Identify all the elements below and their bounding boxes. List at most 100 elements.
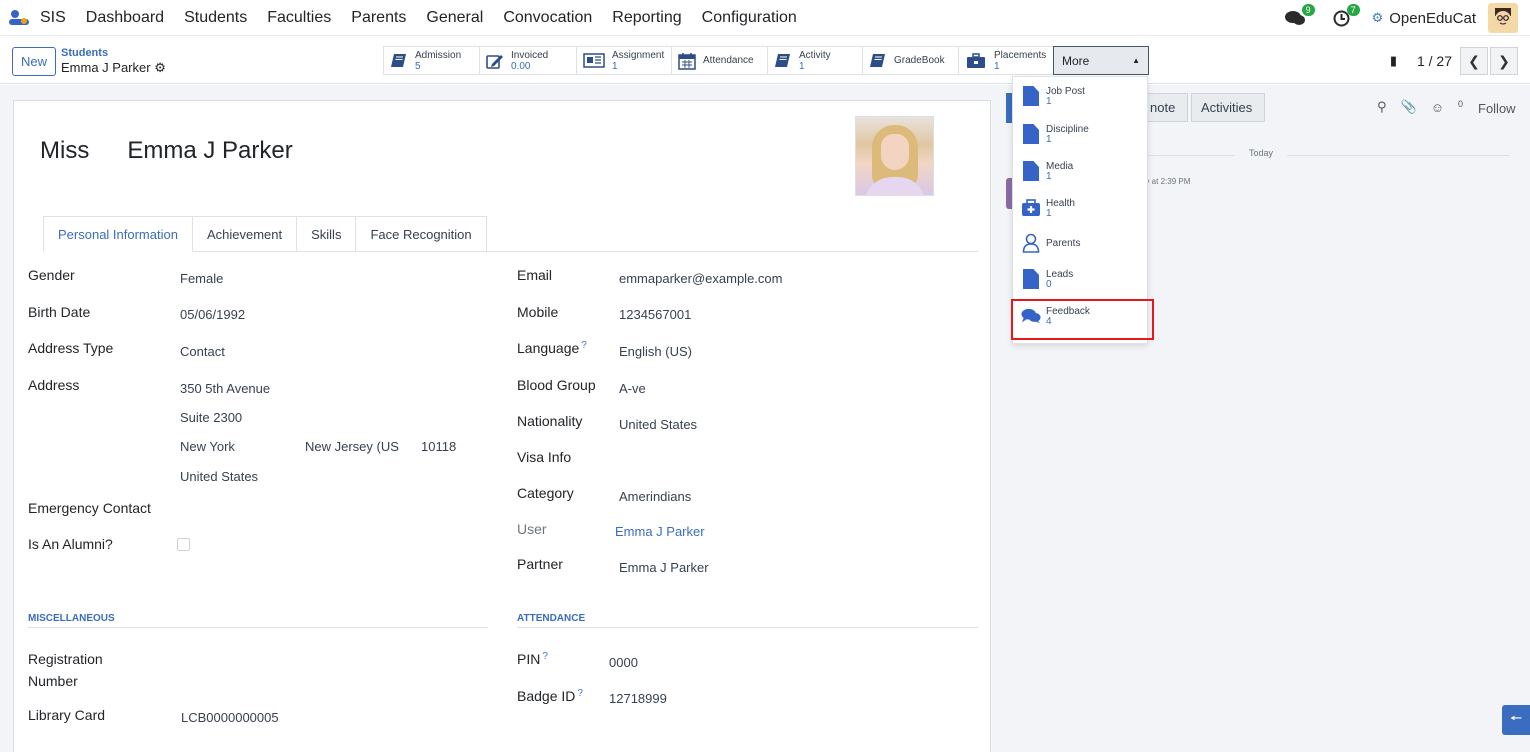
state-field[interactable]: New Jersey (US [305,439,399,454]
newspaper-icon [583,53,605,69]
badge-id-field[interactable]: 12718999 [609,691,667,706]
menu-reporting[interactable]: Reporting [602,9,691,27]
visa-info-label: Visa Info [517,449,572,465]
menu-students[interactable]: Students [174,9,257,27]
birth-date-field[interactable]: 05/06/1992 [180,307,245,322]
pager-previous-button[interactable]: ❮ [1460,47,1488,75]
pager-value[interactable]: 1 / 27 [1417,53,1452,69]
partner-field[interactable]: Emma J Parker [619,560,709,575]
tab-achievement[interactable]: Achievement [192,216,298,252]
medkit-icon [1021,197,1041,219]
smart-button-placements[interactable]: Placements 1 [958,46,1053,75]
menu-parents[interactable]: Parents [341,9,416,27]
messages-badge: 9 [1301,4,1315,16]
smart-button-invoiced[interactable]: Invoiced 0.00 [479,46,576,75]
smart-label: Invoiced [511,49,549,61]
gender-label: Gender [28,267,75,283]
smart-button-attendance[interactable]: Attendance [671,46,767,75]
student-name[interactable]: Emma J Parker [127,137,292,165]
smart-button-gradebook[interactable]: GradeBook [862,46,958,75]
more-label: More [1062,53,1090,68]
library-card-field[interactable]: LCB0000000005 [181,710,279,725]
menu-faculties[interactable]: Faculties [257,9,341,27]
language-field[interactable]: English (US) [619,344,692,359]
arrow-left-icon[interactable]: 🠔 [1502,705,1530,735]
tab-skills[interactable]: Skills [297,216,357,252]
category-field[interactable]: Amerindians [619,489,691,504]
help-icon[interactable]: ? [542,651,548,662]
street2-field[interactable]: Suite 2300 [180,410,242,425]
paperclip-icon[interactable]: 📎 [1401,99,1417,115]
user-icon [1021,232,1041,254]
app-name[interactable]: SIS [40,9,66,27]
city-field[interactable]: New York [180,439,235,454]
tab-face-recognition[interactable]: Face Recognition [356,216,487,252]
email-field[interactable]: emmaparker@example.com [619,271,782,286]
smart-label: GradeBook [894,55,945,66]
navbar-systray: 9 7 ⚙ OpenEduCat [1284,0,1518,36]
messages-button[interactable]: 9 [1284,4,1315,26]
user-avatar[interactable] [1488,3,1518,33]
followers-count: 0 [1458,99,1464,109]
pin-field[interactable]: 0000 [609,655,638,670]
help-icon[interactable]: ? [581,340,587,351]
menu-general[interactable]: General [416,9,493,27]
street-field[interactable]: 350 5th Avenue [180,381,270,396]
language-label: Language? [517,340,587,356]
gender-field[interactable]: Female [180,271,223,286]
address-type-field[interactable]: Contact [180,344,225,359]
blood-group-field[interactable]: A-ve [619,381,646,396]
app-logo-icon[interactable] [8,9,30,27]
chevron-right-icon: ❯ [1498,52,1510,69]
student-photo[interactable] [855,116,934,196]
dropdown-value: 1 [1046,207,1052,219]
user-link[interactable]: Emma J Parker [615,524,705,539]
smart-button-admission[interactable]: Admission 5 [383,46,479,75]
follow-button[interactable]: Follow [1478,101,1516,116]
search-icon[interactable]: ⚲ [1377,99,1387,115]
mobile-field[interactable]: 1234567001 [619,307,691,322]
student-title[interactable]: Miss [40,137,89,165]
nationality-field[interactable]: United States [619,417,697,432]
pager-next-button[interactable]: ❯ [1490,47,1518,75]
zip-field[interactable]: 10118 [421,439,456,454]
briefcase-icon [965,52,987,69]
breadcrumb-parent[interactable]: Students [61,47,166,59]
new-button[interactable]: New [12,47,56,76]
menu-convocation[interactable]: Convocation [493,9,602,27]
company-switcher[interactable]: ⚙ OpenEduCat [1372,10,1476,27]
dropdown-item-discipline[interactable]: Discipline 1 [1021,123,1089,145]
alumni-checkbox[interactable] [177,538,190,551]
country-field[interactable]: United States [180,469,258,484]
record-gear-icon[interactable]: ⚙ [151,60,166,75]
menu-configuration[interactable]: Configuration [692,9,807,27]
bookmark-icon[interactable]: ▮ [1390,53,1397,69]
dropdown-item-health[interactable]: Health 1 [1021,197,1075,219]
followers-button[interactable]: ☺ 0 [1431,99,1463,115]
activities-button[interactable]: Activities [1191,93,1265,122]
mobile-label: Mobile [517,304,559,320]
smart-value: 5 [415,60,421,72]
tab-personal-information[interactable]: Personal Information [43,216,193,252]
dropdown-item-parents[interactable]: Parents [1021,232,1080,254]
dropdown-item-job-post[interactable]: Job Post 1 [1021,85,1085,107]
date-divider [1287,155,1509,156]
dropdown-label: Parents [1046,237,1081,249]
attendance-section-title: ATTENDANCE [517,613,586,624]
smart-buttons: Admission 5 Invoiced 0.00 Assignment 1 Atte… [383,46,1149,75]
menu-dashboard[interactable]: Dashboard [76,9,174,27]
badge-id-label: Badge ID? [517,688,583,704]
nationality-label: Nationality [517,413,583,429]
dropdown-item-media[interactable]: Media 1 [1021,160,1073,182]
dropdown-item-leads[interactable]: Leads 0 [1021,268,1073,290]
smart-button-activity[interactable]: Activity 1 [767,46,862,75]
smart-label: Placements [994,49,1047,61]
smart-button-assignment[interactable]: Assignment 1 [576,46,671,75]
activities-button[interactable]: 7 [1333,3,1360,27]
calendar-icon [678,52,696,70]
more-dropdown-button[interactable]: More ▲ [1053,46,1149,75]
help-icon[interactable]: ? [577,688,583,699]
miscellaneous-section-title: MISCELLANEOUS [28,613,115,624]
top-navbar: SIS Dashboard Students Faculties Parents… [0,0,1530,36]
caret-up-icon: ▲ [1132,56,1140,65]
